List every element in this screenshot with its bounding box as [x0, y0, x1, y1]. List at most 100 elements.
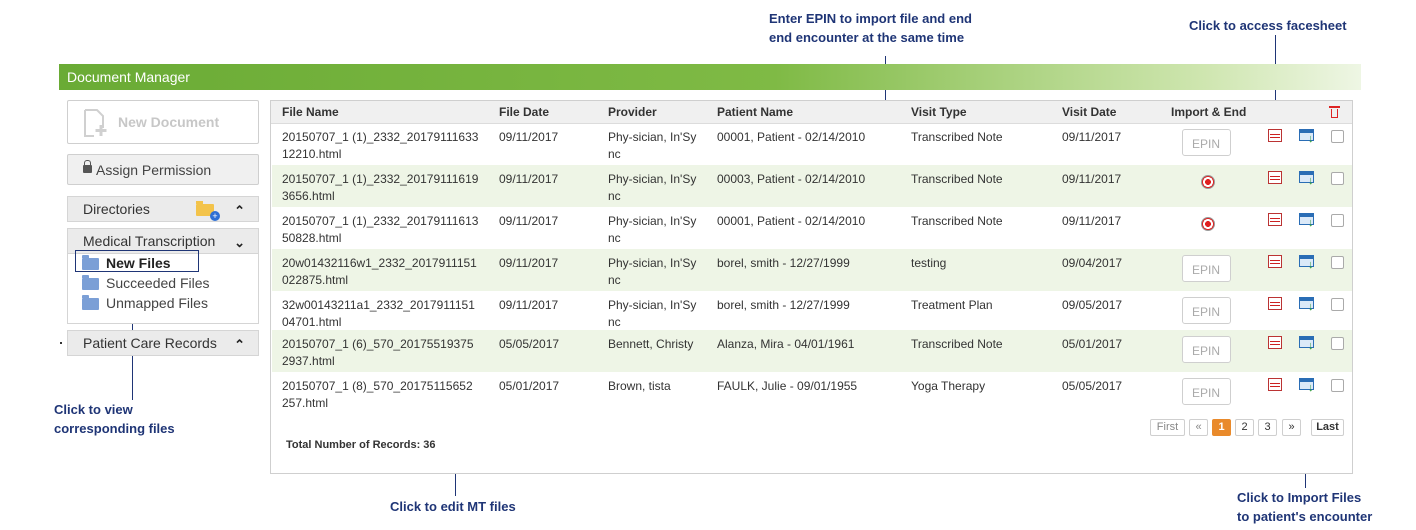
row-checkbox[interactable]: [1331, 298, 1344, 311]
new-files-highlight: [75, 250, 199, 272]
import-file-icon[interactable]: [1299, 255, 1314, 271]
patient-name-cell: 00001, Patient - 02/14/2010: [717, 130, 866, 144]
epin-input[interactable]: EPIN: [1182, 336, 1231, 363]
end-encounter-icon[interactable]: [1201, 217, 1215, 231]
facesheet-icon[interactable]: [1268, 171, 1282, 184]
file-date-cell: 09/11/2017: [499, 256, 559, 270]
facesheet-icon[interactable]: [1268, 297, 1282, 310]
file-name-cell[interactable]: 20150707_1 (1)_2332_20179111633 12210.ht…: [282, 129, 478, 163]
table-row[interactable]: 20w01432116w1_2332_2017911151 022875.htm…: [272, 249, 1352, 291]
facesheet-icon[interactable]: [1268, 336, 1282, 349]
file-date-cell: 09/11/2017: [499, 298, 559, 312]
new-document-button[interactable]: New Document: [67, 100, 259, 144]
epin-input[interactable]: EPIN: [1182, 255, 1231, 282]
callout-facesheet: Click to access facesheet: [1189, 18, 1347, 33]
row-checkbox[interactable]: [1331, 337, 1344, 350]
chevron-up-icon[interactable]: ⌃: [234, 337, 245, 353]
grid-header: File Name File Date Provider Patient Nam…: [271, 101, 1352, 124]
patient-name-cell: 00003, Patient - 02/14/2010: [717, 172, 866, 186]
column-import-end: Import & End: [1171, 105, 1247, 119]
callout-view-files: Click to view corresponding files: [54, 402, 175, 436]
table-row[interactable]: 20150707_1 (1)_2332_20179111633 12210.ht…: [272, 123, 1352, 165]
table-row[interactable]: 20150707_1 (6)_570_20175519375 2937.html…: [272, 330, 1352, 372]
import-file-icon[interactable]: [1299, 336, 1314, 352]
end-encounter-icon[interactable]: [1201, 175, 1215, 189]
file-date-cell: 05/05/2017: [499, 337, 560, 351]
pager-prev[interactable]: «: [1189, 419, 1208, 436]
row-checkbox[interactable]: [1331, 130, 1344, 143]
marker-dot: [60, 342, 62, 344]
column-provider[interactable]: Provider: [608, 105, 657, 119]
import-file-icon[interactable]: [1299, 129, 1314, 145]
visit-type-cell: Transcribed Note: [911, 337, 1003, 351]
epin-input[interactable]: EPIN: [1182, 297, 1231, 324]
facesheet-icon[interactable]: [1268, 255, 1282, 268]
column-visit-date[interactable]: Visit Date: [1062, 105, 1116, 119]
file-name-cell[interactable]: 32w00143211a1_2332_2017911151 04701.html: [282, 297, 475, 331]
file-name-cell[interactable]: 20150707_1 (1)_2332_20179111613 50828.ht…: [282, 213, 478, 247]
patient-name-cell: Alanza, Mira - 04/01/1961: [717, 337, 855, 351]
table-row[interactable]: 20150707_1 (8)_570_20175115652 257.html 0…: [272, 372, 1352, 414]
import-file-icon[interactable]: [1299, 213, 1314, 229]
column-visit-type[interactable]: Visit Type: [911, 105, 967, 119]
epin-input[interactable]: EPIN: [1182, 129, 1231, 156]
chevron-up-icon[interactable]: ⌃: [234, 203, 245, 219]
column-patient-name[interactable]: Patient Name: [717, 105, 793, 119]
pager-page-1[interactable]: 1: [1212, 419, 1231, 436]
chevron-down-icon[interactable]: ⌄: [234, 235, 245, 251]
row-checkbox[interactable]: [1331, 379, 1344, 392]
row-checkbox[interactable]: [1331, 214, 1344, 227]
visit-date-cell: 09/04/2017: [1062, 256, 1123, 270]
visit-date-cell: 09/05/2017: [1062, 298, 1123, 312]
file-date-cell: 09/11/2017: [499, 130, 559, 144]
provider-cell: Bennett, Christy: [608, 337, 694, 351]
page-title: Document Manager: [67, 69, 190, 85]
table-row[interactable]: 20150707_1 (1)_2332_20179111613 50828.ht…: [272, 207, 1352, 249]
trash-icon[interactable]: [1329, 105, 1340, 118]
import-file-icon[interactable]: [1299, 171, 1314, 187]
provider-cell: Phy-sician, In'Sy nc: [608, 172, 697, 203]
file-name-cell[interactable]: 20150707_1 (6)_570_20175519375 2937.html: [282, 336, 474, 370]
column-file-name[interactable]: File Name: [282, 105, 339, 119]
visit-type-cell: Transcribed Note: [911, 214, 1003, 228]
facesheet-icon[interactable]: [1268, 378, 1282, 391]
assign-permission-button[interactable]: Assign Permission: [67, 154, 259, 185]
provider-cell: Phy-sician, In'Sy nc: [608, 130, 697, 161]
folder-icon: [82, 295, 99, 310]
import-file-icon[interactable]: [1299, 297, 1314, 313]
visit-date-cell: 09/11/2017: [1062, 214, 1122, 228]
tree-item-unmapped-files[interactable]: Unmapped Files: [106, 295, 208, 311]
callout-edit-mt: Click to edit MT files: [390, 499, 516, 514]
lock-icon: [83, 160, 92, 173]
patient-name-cell: FAULK, Julie - 09/01/1955: [717, 379, 858, 393]
visit-date-cell: 05/01/2017: [1062, 337, 1123, 351]
file-date-cell: 09/11/2017: [499, 214, 559, 228]
column-file-date[interactable]: File Date: [499, 105, 549, 119]
document-manager-header: Document Manager: [59, 64, 1361, 90]
visit-type-cell: testing: [911, 256, 947, 270]
pager-page-3[interactable]: 3: [1258, 419, 1277, 436]
patient-care-records-section-header[interactable]: Patient Care Records ⌃: [67, 330, 259, 356]
provider-cell: Brown, tista: [608, 379, 671, 393]
pager-page-2[interactable]: 2: [1235, 419, 1254, 436]
patient-care-records-label: Patient Care Records: [83, 335, 217, 351]
pager-next[interactable]: »: [1282, 419, 1301, 436]
total-records: Total Number of Records: 36: [286, 439, 436, 451]
tree-item-succeeded-files[interactable]: Succeeded Files: [106, 275, 210, 291]
row-checkbox[interactable]: [1331, 172, 1344, 185]
directories-section-header[interactable]: Directories ⌃: [67, 196, 259, 222]
epin-input[interactable]: EPIN: [1182, 378, 1231, 405]
file-name-cell[interactable]: 20w01432116w1_2332_2017911151 022875.htm…: [282, 255, 477, 289]
pager-first[interactable]: First: [1150, 419, 1185, 436]
file-name-cell[interactable]: 20150707_1 (8)_570_20175115652 257.html: [282, 378, 473, 412]
file-name-cell[interactable]: 20150707_1 (1)_2332_20179111619 3656.htm…: [282, 171, 478, 205]
import-file-icon[interactable]: [1299, 378, 1314, 394]
row-checkbox[interactable]: [1331, 256, 1344, 269]
facesheet-icon[interactable]: [1268, 213, 1282, 226]
table-row[interactable]: 20150707_1 (1)_2332_20179111619 3656.htm…: [272, 165, 1352, 207]
provider-cell: Phy-sician, In'Sy nc: [608, 214, 697, 245]
pager-last[interactable]: Last: [1311, 419, 1344, 436]
add-folder-icon[interactable]: +: [196, 201, 220, 221]
facesheet-icon[interactable]: [1268, 129, 1282, 142]
table-row[interactable]: 32w00143211a1_2332_2017911151 04701.html…: [272, 291, 1352, 333]
